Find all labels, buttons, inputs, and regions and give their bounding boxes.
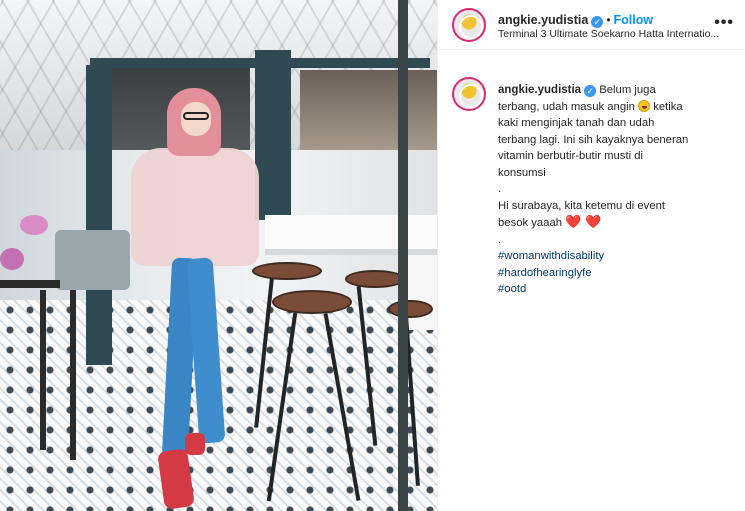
caption-avatar[interactable] — [452, 77, 486, 111]
caption-dot: . — [498, 233, 502, 246]
stool — [272, 290, 352, 314]
stool — [345, 270, 405, 288]
hashtag-link[interactable]: #ootd — [498, 281, 730, 298]
caption-text: vitamin berbutir-butir musti di — [498, 150, 644, 162]
caption: angkie.yudistia ✓ Belum juga terbang, uda… — [498, 82, 730, 298]
header-user-line: angkie.yudistia ✓ • Follow — [498, 11, 653, 29]
hashtag-link[interactable]: #womanwithdisability — [498, 248, 730, 265]
follow-button[interactable]: Follow — [614, 13, 654, 27]
caption-text: terbang, udah masuk angin — [498, 100, 635, 113]
flowers — [0, 248, 24, 270]
instagram-post: angkie.yudistia ✓ • Follow Terminal 3 Ultim… — [0, 0, 745, 511]
laughing-emoji-icon — [638, 99, 651, 112]
heart-emoji-icon: ❤️ ❤️ — [565, 214, 602, 229]
profile-avatar[interactable] — [452, 8, 486, 42]
caption-dot: . — [498, 183, 502, 195]
pillar — [86, 65, 112, 365]
post-header: angkie.yudistia ✓ • Follow Terminal 3 Ultim… — [438, 0, 745, 50]
separator-dot: • — [606, 13, 611, 27]
sofa — [55, 230, 130, 290]
post-photo[interactable] — [0, 0, 437, 511]
caption-text: ketika — [653, 100, 683, 113]
username-link[interactable]: angkie.yudistia — [498, 13, 588, 27]
caption-text: kaki menginjak tanah dan udah — [498, 117, 655, 129]
verified-badge-icon: ✓ — [584, 85, 597, 97]
more-options-icon[interactable]: ••• — [714, 14, 734, 32]
woman-figure — [125, 88, 265, 510]
location-link[interactable]: Terminal 3 Ultimate Soekarno Hatta Inter… — [498, 28, 730, 40]
caption-text: Belum juga — [599, 84, 656, 96]
counter — [265, 215, 437, 255]
stool — [388, 300, 433, 318]
verified-badge-icon: ✓ — [591, 16, 604, 28]
caption-username-link[interactable]: angkie.yudistia — [498, 84, 581, 96]
caption-text: konsumsi — [498, 166, 546, 179]
caption-text: besok yaaah — [498, 217, 563, 229]
caption-text: terbang lagi. Ini sih kayaknya beneran — [498, 133, 689, 146]
post-side-panel: angkie.yudistia ✓ • Follow Terminal 3 Ultim… — [437, 0, 745, 511]
hashtag-link[interactable]: #hardofhearinglyfe — [498, 265, 730, 282]
flowers — [20, 215, 48, 235]
caption-text: Hi surabaya, kita ketemu di event — [498, 199, 666, 212]
